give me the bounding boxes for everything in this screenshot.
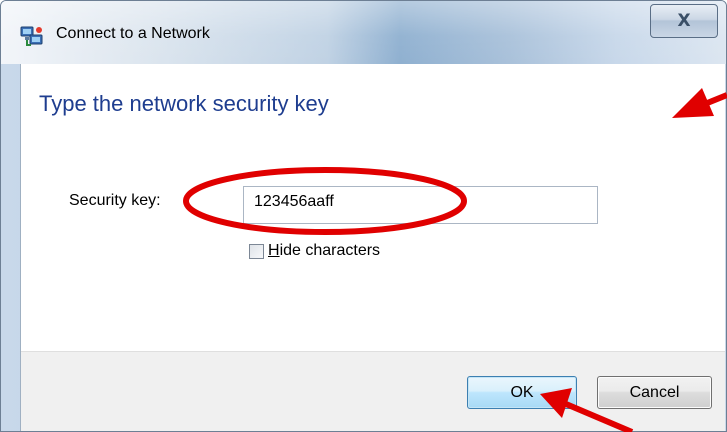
- hide-characters-accesskey: H: [268, 242, 280, 259]
- hide-characters-label[interactable]: Hide characters: [268, 242, 380, 260]
- ok-button[interactable]: OK: [467, 376, 577, 409]
- hide-characters-checkbox[interactable]: [249, 243, 264, 259]
- cancel-button[interactable]: Cancel: [597, 376, 712, 409]
- page-title: Type the network security key: [39, 91, 329, 116]
- close-button[interactable]: X: [650, 4, 718, 38]
- window-title: Connect to a Network: [56, 25, 210, 42]
- security-key-input[interactable]: 123456aaff: [243, 186, 598, 224]
- title-bar[interactable]: Connect to a Network X: [1, 1, 726, 64]
- dialog-body: Type the network security key Security k…: [20, 64, 725, 431]
- hide-characters-label-rest: ide characters: [279, 242, 381, 259]
- button-bar: OK Cancel: [21, 351, 725, 431]
- security-key-label: Security key:: [69, 192, 161, 209]
- network-connection-icon: [20, 26, 43, 46]
- connect-network-dialog: Connect to a Network X Type the network …: [0, 0, 727, 432]
- close-icon: X: [677, 10, 691, 31]
- hide-characters-option[interactable]: Hide characters: [249, 242, 380, 260]
